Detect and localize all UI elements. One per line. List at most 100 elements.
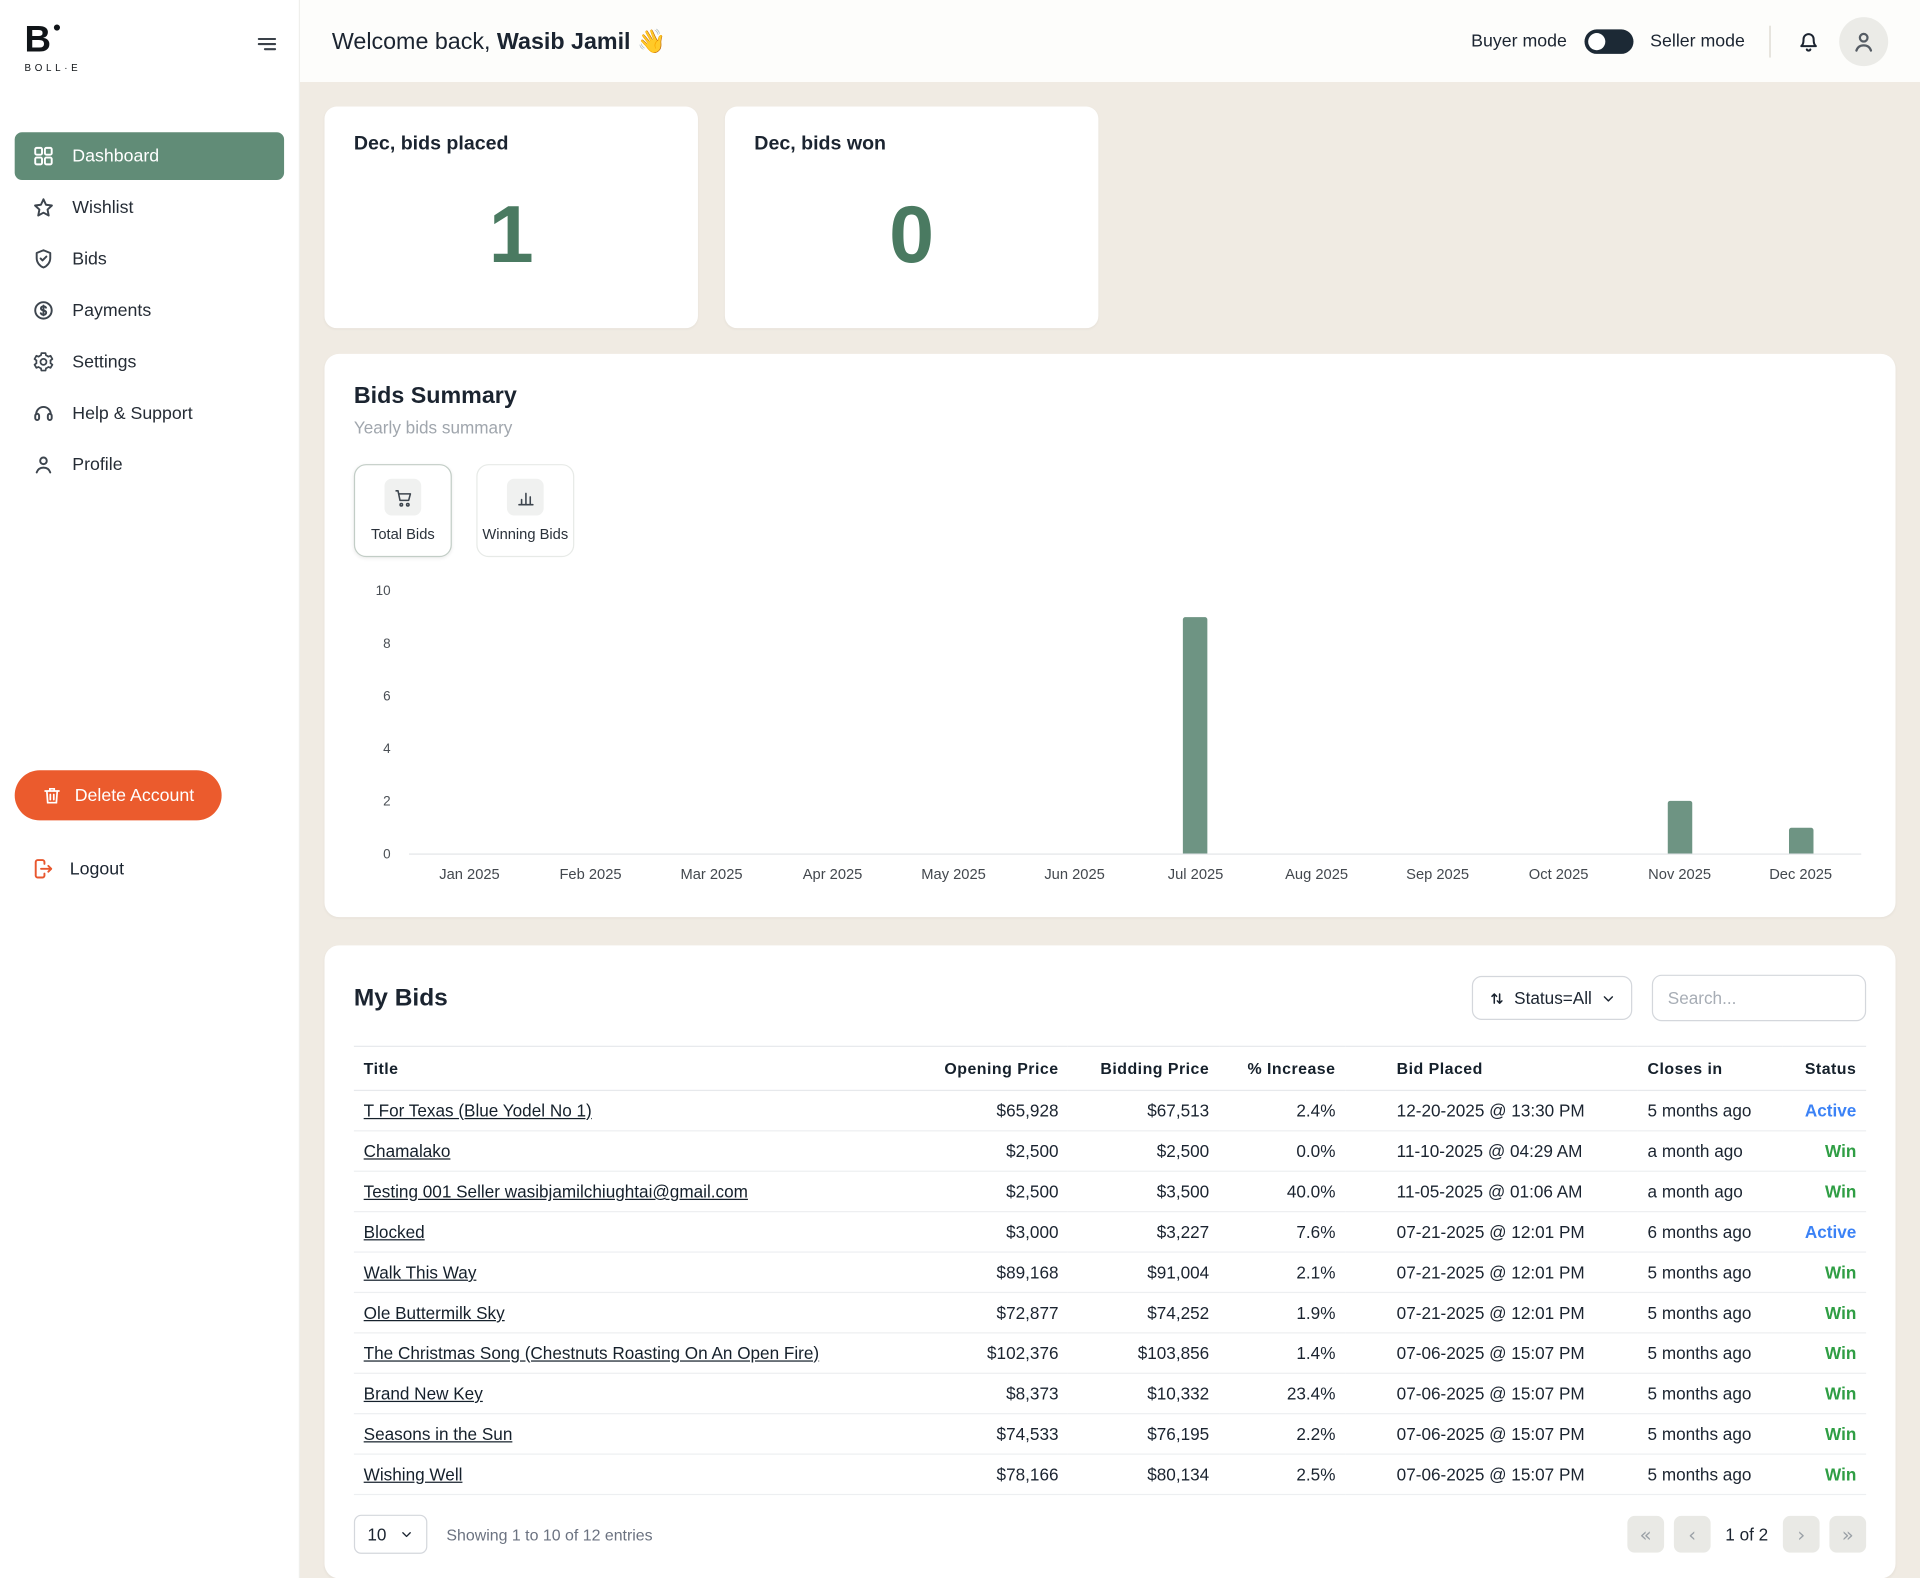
column-header-status[interactable]: Status: [1783, 1046, 1866, 1090]
sidebar-item-label: Settings: [72, 352, 136, 372]
table-row: Walk This Way $89,168 $91,004 2.1% 07-21…: [354, 1252, 1866, 1292]
bid-title-link[interactable]: Seasons in the Sun: [364, 1424, 513, 1444]
bidding-price-cell: $80,134: [1068, 1454, 1219, 1494]
delete-account-label: Delete Account: [75, 786, 194, 806]
sidebar-item-label: Profile: [72, 455, 122, 475]
bid-title-link[interactable]: Chamalako: [364, 1141, 451, 1161]
delete-account-button[interactable]: Delete Account: [15, 770, 221, 820]
bid-title-link[interactable]: Walk This Way: [364, 1262, 477, 1282]
y-tick-label: 2: [383, 795, 391, 810]
prev-page-button[interactable]: ‹: [1674, 1516, 1711, 1553]
buyer-mode-label: Buyer mode: [1471, 31, 1567, 51]
column-header-opening-price[interactable]: Opening Price: [911, 1046, 1068, 1090]
opening-price-cell: $72,877: [911, 1292, 1068, 1332]
x-tick-label: Mar 2025: [651, 866, 772, 883]
notifications-bell-icon[interactable]: [1795, 28, 1822, 55]
logout-button[interactable]: Logout: [15, 847, 284, 890]
logout-icon: [32, 857, 55, 880]
increase-cell: 7.6%: [1219, 1212, 1345, 1252]
opening-price-cell: $102,376: [911, 1333, 1068, 1373]
status-cell: Win: [1783, 1333, 1866, 1373]
bid-placed-cell: 07-06-2025 @ 15:07 PM: [1345, 1373, 1637, 1413]
status-cell: Active: [1783, 1090, 1866, 1130]
column-header-title[interactable]: Title: [354, 1046, 912, 1090]
stats-row: Dec, bids placed 1 Dec, bids won 0: [324, 107, 1895, 329]
status-cell: Win: [1783, 1292, 1866, 1332]
toggle-knob: [1588, 32, 1605, 49]
column-header-closes-in[interactable]: Closes in: [1638, 1046, 1783, 1090]
bidding-price-cell: $3,227: [1068, 1212, 1219, 1252]
column-header-bid-placed[interactable]: Bid Placed: [1345, 1046, 1637, 1090]
increase-cell: 2.5%: [1219, 1454, 1345, 1494]
sort-icon: [1487, 989, 1505, 1007]
bid-title-link[interactable]: The Christmas Song (Chestnuts Roasting O…: [364, 1343, 819, 1363]
stat-title: Dec, bids won: [754, 133, 1069, 155]
sidebar-item-wishlist[interactable]: Wishlist: [15, 184, 284, 232]
gear-icon: [32, 350, 55, 373]
chart-bar-slot: [651, 591, 772, 853]
column-header-bidding-price[interactable]: Bidding Price: [1068, 1046, 1219, 1090]
bid-title-link[interactable]: Ole Buttermilk Sky: [364, 1303, 505, 1323]
first-page-button[interactable]: «: [1627, 1516, 1664, 1553]
sidebar-nav: Dashboard Wishlist Bids Payments: [0, 132, 299, 488]
bidding-price-cell: $103,856: [1068, 1333, 1219, 1373]
status-filter-button[interactable]: Status=All: [1471, 976, 1632, 1020]
bid-title-link[interactable]: Brand New Key: [364, 1384, 483, 1404]
page-size-select[interactable]: 10: [354, 1515, 427, 1554]
pagination: « ‹ 1 of 2 › »: [1627, 1516, 1866, 1553]
page-indicator: 1 of 2: [1725, 1525, 1768, 1545]
increase-cell: 2.2%: [1219, 1414, 1345, 1454]
stat-value: 0: [754, 187, 1069, 280]
chart-plot: [409, 591, 1861, 854]
sidebar-item-dashboard[interactable]: Dashboard: [15, 132, 284, 180]
chart-bar-slot: [772, 591, 893, 853]
main-area: Welcome back, Wasib Jamil 👋 Buyer mode S…: [300, 0, 1920, 1578]
sidebar-item-settings[interactable]: Settings: [15, 338, 284, 386]
tab-total-bids[interactable]: Total Bids: [354, 464, 452, 557]
stat-title: Dec, bids placed: [354, 133, 669, 155]
status-cell: Win: [1783, 1414, 1866, 1454]
search-input[interactable]: [1652, 975, 1866, 1022]
sidebar-collapse-icon[interactable]: [255, 32, 279, 56]
y-tick-label: 10: [376, 584, 391, 599]
status-cell: Win: [1783, 1373, 1866, 1413]
bidding-price-cell: $3,500: [1068, 1171, 1219, 1211]
stat-card-bids-placed: Dec, bids placed 1: [324, 107, 697, 329]
bid-placed-cell: 07-21-2025 @ 12:01 PM: [1345, 1212, 1637, 1252]
bidding-price-cell: $10,332: [1068, 1373, 1219, 1413]
shield-icon: [32, 247, 55, 270]
increase-cell: 2.4%: [1219, 1090, 1345, 1130]
wave-emoji: 👋: [637, 29, 666, 55]
increase-cell: 1.9%: [1219, 1292, 1345, 1332]
sidebar-item-label: Help & Support: [72, 403, 192, 423]
tab-winning-bids[interactable]: Winning Bids: [476, 464, 574, 557]
table-row: The Christmas Song (Chestnuts Roasting O…: [354, 1333, 1866, 1373]
sidebar-item-help-support[interactable]: Help & Support: [15, 389, 284, 437]
sidebar-item-payments[interactable]: Payments: [15, 287, 284, 335]
bid-title-link[interactable]: Wishing Well: [364, 1465, 463, 1485]
opening-price-cell: $74,533: [911, 1414, 1068, 1454]
bid-title-link[interactable]: Testing 001 Seller wasibjamilchiughtai@g…: [364, 1182, 748, 1202]
sidebar-item-bids[interactable]: Bids: [15, 235, 284, 283]
column-header-increase[interactable]: % Increase: [1219, 1046, 1345, 1090]
bid-title-link[interactable]: Blocked: [364, 1222, 425, 1242]
sidebar-item-profile[interactable]: Profile: [15, 441, 284, 489]
mode-toggle[interactable]: [1584, 29, 1633, 53]
increase-cell: 1.4%: [1219, 1333, 1345, 1373]
app-root: B BOLL·E Dashboard Wishlist: [0, 0, 1920, 1578]
bids-table: Title Opening Price Bidding Price % Incr…: [354, 1046, 1866, 1495]
chart-bar-slot: [1256, 591, 1377, 853]
closes-in-cell: 5 months ago: [1638, 1090, 1783, 1130]
x-tick-label: Aug 2025: [1256, 866, 1377, 883]
avatar[interactable]: [1839, 17, 1888, 66]
bid-title-link[interactable]: T For Texas (Blue Yodel No 1): [364, 1101, 592, 1121]
opening-price-cell: $65,928: [911, 1090, 1068, 1130]
last-page-button[interactable]: »: [1829, 1516, 1866, 1553]
bids-summary-subtitle: Yearly bids summary: [354, 418, 1866, 438]
table-row: Ole Buttermilk Sky $72,877 $74,252 1.9% …: [354, 1292, 1866, 1332]
next-page-button[interactable]: ›: [1783, 1516, 1820, 1553]
table-row: T For Texas (Blue Yodel No 1) $65,928 $6…: [354, 1090, 1866, 1130]
bid-placed-cell: 07-06-2025 @ 15:07 PM: [1345, 1333, 1637, 1373]
bid-placed-cell: 07-21-2025 @ 12:01 PM: [1345, 1252, 1637, 1292]
x-tick-label: Nov 2025: [1619, 866, 1740, 883]
